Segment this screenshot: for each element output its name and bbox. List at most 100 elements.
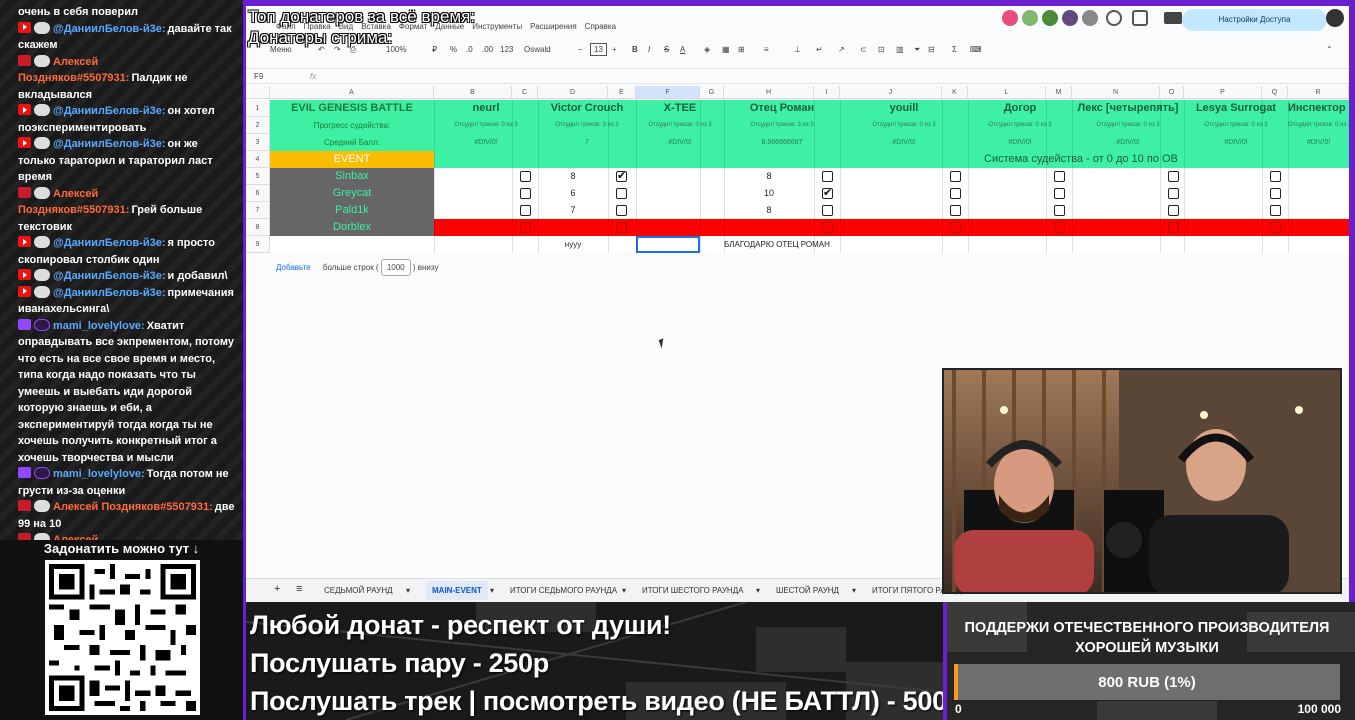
- row-header[interactable]: 7: [246, 202, 270, 219]
- checkbox[interactable]: [1168, 188, 1179, 199]
- link-icon[interactable]: ⊂: [860, 45, 867, 54]
- column-header[interactable]: L: [968, 86, 1046, 99]
- merge-icon[interactable]: ⊞: [738, 45, 745, 54]
- checkbox[interactable]: [1168, 171, 1179, 182]
- collaborator-avatar[interactable]: [1082, 10, 1098, 26]
- collapse-icon[interactable]: ⌃: [1326, 45, 1333, 54]
- column-header[interactable]: A: [270, 86, 434, 99]
- checkbox[interactable]: [1168, 222, 1179, 233]
- row-header[interactable]: 6: [246, 185, 270, 202]
- fill-color-icon[interactable]: ◈: [704, 45, 710, 54]
- account-avatar[interactable]: [1326, 9, 1344, 27]
- add-sheet-button[interactable]: +: [274, 583, 280, 595]
- avg-label-cell[interactable]: Средний Балл:: [270, 134, 434, 151]
- judge-progress[interactable]: Отсудил треков: 0 из 3: [1072, 117, 1184, 134]
- judge-average[interactable]: #DIV/0!: [1288, 134, 1349, 151]
- judge-average[interactable]: #DIV/0!: [636, 134, 724, 151]
- checkbox[interactable]: [616, 169, 627, 182]
- checkbox[interactable]: [950, 188, 961, 199]
- column-header[interactable]: C: [512, 86, 538, 99]
- menu-item-6[interactable]: Инструменты: [472, 22, 522, 31]
- decrease-decimal[interactable]: .0: [466, 45, 473, 54]
- menu-item-7[interactable]: Расширения: [530, 22, 577, 31]
- judge-name[interactable]: Догор: [968, 100, 1072, 117]
- column-header[interactable]: B: [434, 86, 512, 99]
- collaborator-avatar[interactable]: [1042, 10, 1058, 26]
- font-select[interactable]: Oswald: [524, 45, 551, 54]
- progress-label-cell[interactable]: Прогресс судейства:: [270, 117, 434, 134]
- judge-average[interactable]: #DIV/0!: [1184, 134, 1288, 151]
- column-header[interactable]: M: [1046, 86, 1072, 99]
- participant-name[interactable]: Dorblex: [270, 219, 434, 236]
- checkbox[interactable]: [822, 222, 833, 233]
- checkbox[interactable]: [1270, 222, 1281, 233]
- score-h[interactable]: 8: [724, 168, 814, 185]
- judge-average[interactable]: #DIV/0!: [1072, 134, 1184, 151]
- checkbox[interactable]: [950, 205, 961, 216]
- row9-note-h[interactable]: БЛАГОДАРЮ ОТЕЦ РОМАН: [724, 236, 844, 253]
- rotate-icon[interactable]: ↗: [838, 45, 845, 54]
- row-header[interactable]: 8: [246, 219, 270, 236]
- checkbox[interactable]: [616, 205, 627, 216]
- collaborator-avatar[interactable]: [1062, 10, 1078, 26]
- judge-name[interactable]: Отец Роман: [724, 100, 840, 117]
- checkbox[interactable]: [520, 188, 531, 199]
- number-format[interactable]: 123: [500, 45, 513, 54]
- sheet-tab[interactable]: ШЕСТОЙ РАУНД: [776, 586, 839, 595]
- row-header[interactable]: 1: [246, 100, 270, 117]
- collaborator-avatar[interactable]: [1022, 10, 1038, 26]
- checkbox[interactable]: [520, 205, 531, 216]
- sheet-tab[interactable]: ИТОГИ СЕДЬМОГО РАУНДА: [510, 586, 617, 595]
- judge-name[interactable]: youill: [840, 100, 968, 117]
- judge-progress[interactable]: Отсудил треков: 3 из 3: [538, 117, 636, 134]
- column-header[interactable]: N: [1072, 86, 1160, 99]
- judge-progress[interactable]: Отсудил треков: 0 из 3: [434, 117, 538, 134]
- sheet-tab[interactable]: СЕДЬМОЙ РАУНД: [324, 586, 393, 595]
- font-size-plus[interactable]: +: [612, 45, 617, 54]
- checkbox[interactable]: [1270, 188, 1281, 199]
- checkbox[interactable]: [616, 188, 627, 199]
- row-header[interactable]: 9: [246, 236, 270, 253]
- sheet-tab[interactable]: ИТОГИ ШЕСТОГО РАУНДА: [642, 586, 743, 595]
- tab-dropdown-icon[interactable]: ▾: [406, 586, 410, 595]
- cell-grid[interactable]: A B C D E F G H I J K L M N O P Q R 1 2 3 4 5 6 7 8 9 EVIL GENESIS …: [246, 86, 1349, 253]
- input-tools-icon[interactable]: ⌨: [970, 45, 982, 54]
- judge-name[interactable]: Инспектор Г: [1288, 100, 1349, 117]
- menu-item-8[interactable]: Справка: [585, 22, 616, 31]
- checkbox[interactable]: [822, 171, 833, 182]
- participant-name[interactable]: Sinbax: [270, 168, 434, 185]
- row-header[interactable]: 3: [246, 134, 270, 151]
- column-header[interactable]: Q: [1262, 86, 1288, 99]
- text-color-icon[interactable]: A: [680, 45, 685, 54]
- tab-dropdown-icon[interactable]: ▾: [490, 586, 494, 595]
- judge-average[interactable]: #DIV/0!: [840, 134, 968, 151]
- valign-icon[interactable]: ⊥: [794, 45, 801, 54]
- judge-name[interactable]: Victor Crouch: [538, 100, 636, 117]
- name-box[interactable]: F9: [254, 72, 263, 81]
- checkbox[interactable]: [1054, 188, 1065, 199]
- event-label-cell[interactable]: EVENT: [270, 151, 434, 168]
- share-button[interactable]: Настройки Доступа: [1182, 9, 1327, 31]
- tab-dropdown-icon[interactable]: ▾: [756, 586, 760, 595]
- score-d[interactable]: 8: [538, 168, 608, 185]
- borders-icon[interactable]: ▦: [722, 45, 730, 54]
- column-header[interactable]: K: [942, 86, 968, 99]
- judge-name[interactable]: Lesya Surrogat: [1184, 100, 1288, 117]
- checkbox[interactable]: [822, 186, 833, 199]
- font-size-input[interactable]: 13: [590, 43, 607, 56]
- column-header[interactable]: J: [840, 86, 942, 99]
- chart-icon[interactable]: ▥: [896, 45, 904, 54]
- row-header[interactable]: 5: [246, 168, 270, 185]
- selected-cell[interactable]: [636, 236, 700, 253]
- participant-name[interactable]: Pald1k: [270, 202, 434, 219]
- history-icon[interactable]: [1106, 10, 1122, 26]
- judge-progress[interactable]: Отсудил треков: 0 из 3: [968, 117, 1072, 134]
- tab-dropdown-icon[interactable]: ▾: [622, 586, 626, 595]
- tab-dropdown-icon[interactable]: ▾: [852, 586, 856, 595]
- filter-icon[interactable]: ⏷: [914, 45, 920, 55]
- column-header[interactable]: I: [814, 86, 840, 99]
- collaborator-avatar[interactable]: [1002, 10, 1018, 26]
- column-header[interactable]: R: [1288, 86, 1349, 99]
- participant-name[interactable]: Greycat: [270, 185, 434, 202]
- filter-views-icon[interactable]: ⊟: [928, 45, 935, 54]
